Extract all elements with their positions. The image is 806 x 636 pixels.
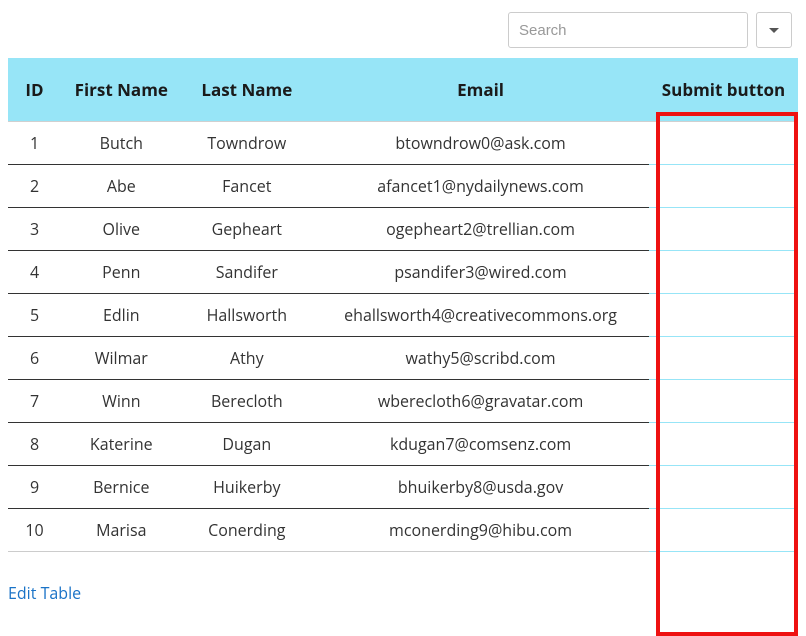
cell-first: Butch — [61, 122, 181, 165]
cell-email: bhuikerby8@usda.gov — [312, 466, 649, 509]
cell-last: Sandifer — [182, 251, 313, 294]
header-id[interactable]: ID — [8, 58, 61, 122]
cell-id: 9 — [8, 466, 61, 509]
cell-email: afancet1@nydailynews.com — [312, 165, 649, 208]
header-first[interactable]: First Name — [61, 58, 181, 122]
data-table: ID First Name Last Name Email Submit but… — [8, 58, 798, 552]
cell-submit[interactable] — [649, 380, 798, 423]
table-row: 8KaterineDugankdugan7@comsenz.com — [8, 423, 798, 466]
cell-email: wberecloth6@gravatar.com — [312, 380, 649, 423]
dropdown-button[interactable] — [756, 12, 792, 48]
cell-submit[interactable] — [649, 423, 798, 466]
cell-submit[interactable] — [649, 294, 798, 337]
cell-email: mconerding9@hibu.com — [312, 509, 649, 552]
cell-submit[interactable] — [649, 337, 798, 380]
header-email[interactable]: Email — [312, 58, 649, 122]
cell-id: 2 — [8, 165, 61, 208]
table-row: 5EdlinHallsworthehallsworth4@creativecom… — [8, 294, 798, 337]
cell-first: Winn — [61, 380, 181, 423]
table-header-row: ID First Name Last Name Email Submit but… — [8, 58, 798, 122]
table-container: ID First Name Last Name Email Submit but… — [8, 58, 798, 552]
cell-first: Edlin — [61, 294, 181, 337]
cell-submit[interactable] — [649, 509, 798, 552]
cell-id: 6 — [8, 337, 61, 380]
table-row: 10MarisaConerdingmconerding9@hibu.com — [8, 509, 798, 552]
cell-id: 1 — [8, 122, 61, 165]
cell-first: Penn — [61, 251, 181, 294]
toolbar — [8, 8, 798, 58]
cell-last: Dugan — [182, 423, 313, 466]
cell-email: ehallsworth4@creativecommons.org — [312, 294, 649, 337]
cell-email: btowndrow0@ask.com — [312, 122, 649, 165]
cell-last: Huikerby — [182, 466, 313, 509]
cell-first: Marisa — [61, 509, 181, 552]
cell-last: Hallsworth — [182, 294, 313, 337]
cell-email: psandifer3@wired.com — [312, 251, 649, 294]
cell-first: Abe — [61, 165, 181, 208]
chevron-down-icon — [769, 28, 779, 33]
cell-submit[interactable] — [649, 251, 798, 294]
cell-id: 5 — [8, 294, 61, 337]
cell-first: Olive — [61, 208, 181, 251]
cell-submit[interactable] — [649, 122, 798, 165]
cell-submit[interactable] — [649, 165, 798, 208]
header-last[interactable]: Last Name — [182, 58, 313, 122]
header-submit[interactable]: Submit button — [649, 58, 798, 122]
cell-id: 10 — [8, 509, 61, 552]
cell-last: Gepheart — [182, 208, 313, 251]
cell-submit[interactable] — [649, 208, 798, 251]
cell-last: Towndrow — [182, 122, 313, 165]
cell-submit[interactable] — [649, 466, 798, 509]
cell-id: 3 — [8, 208, 61, 251]
table-row: 6WilmarAthywathy5@scribd.com — [8, 337, 798, 380]
cell-first: Wilmar — [61, 337, 181, 380]
table-row: 7WinnBereclothwberecloth6@gravatar.com — [8, 380, 798, 423]
cell-last: Athy — [182, 337, 313, 380]
table-row: 1ButchTowndrowbtowndrow0@ask.com — [8, 122, 798, 165]
cell-email: ogepheart2@trellian.com — [312, 208, 649, 251]
search-input[interactable] — [508, 12, 748, 48]
cell-email: wathy5@scribd.com — [312, 337, 649, 380]
cell-id: 7 — [8, 380, 61, 423]
cell-first: Bernice — [61, 466, 181, 509]
cell-last: Conerding — [182, 509, 313, 552]
cell-first: Katerine — [61, 423, 181, 466]
cell-id: 8 — [8, 423, 61, 466]
table-row: 2AbeFancetafancet1@nydailynews.com — [8, 165, 798, 208]
cell-email: kdugan7@comsenz.com — [312, 423, 649, 466]
table-row: 9BerniceHuikerbybhuikerby8@usda.gov — [8, 466, 798, 509]
cell-id: 4 — [8, 251, 61, 294]
edit-table-link[interactable]: Edit Table — [8, 582, 81, 604]
table-row: 3OliveGepheartogepheart2@trellian.com — [8, 208, 798, 251]
table-row: 4PennSandiferpsandifer3@wired.com — [8, 251, 798, 294]
cell-last: Fancet — [182, 165, 313, 208]
cell-last: Berecloth — [182, 380, 313, 423]
